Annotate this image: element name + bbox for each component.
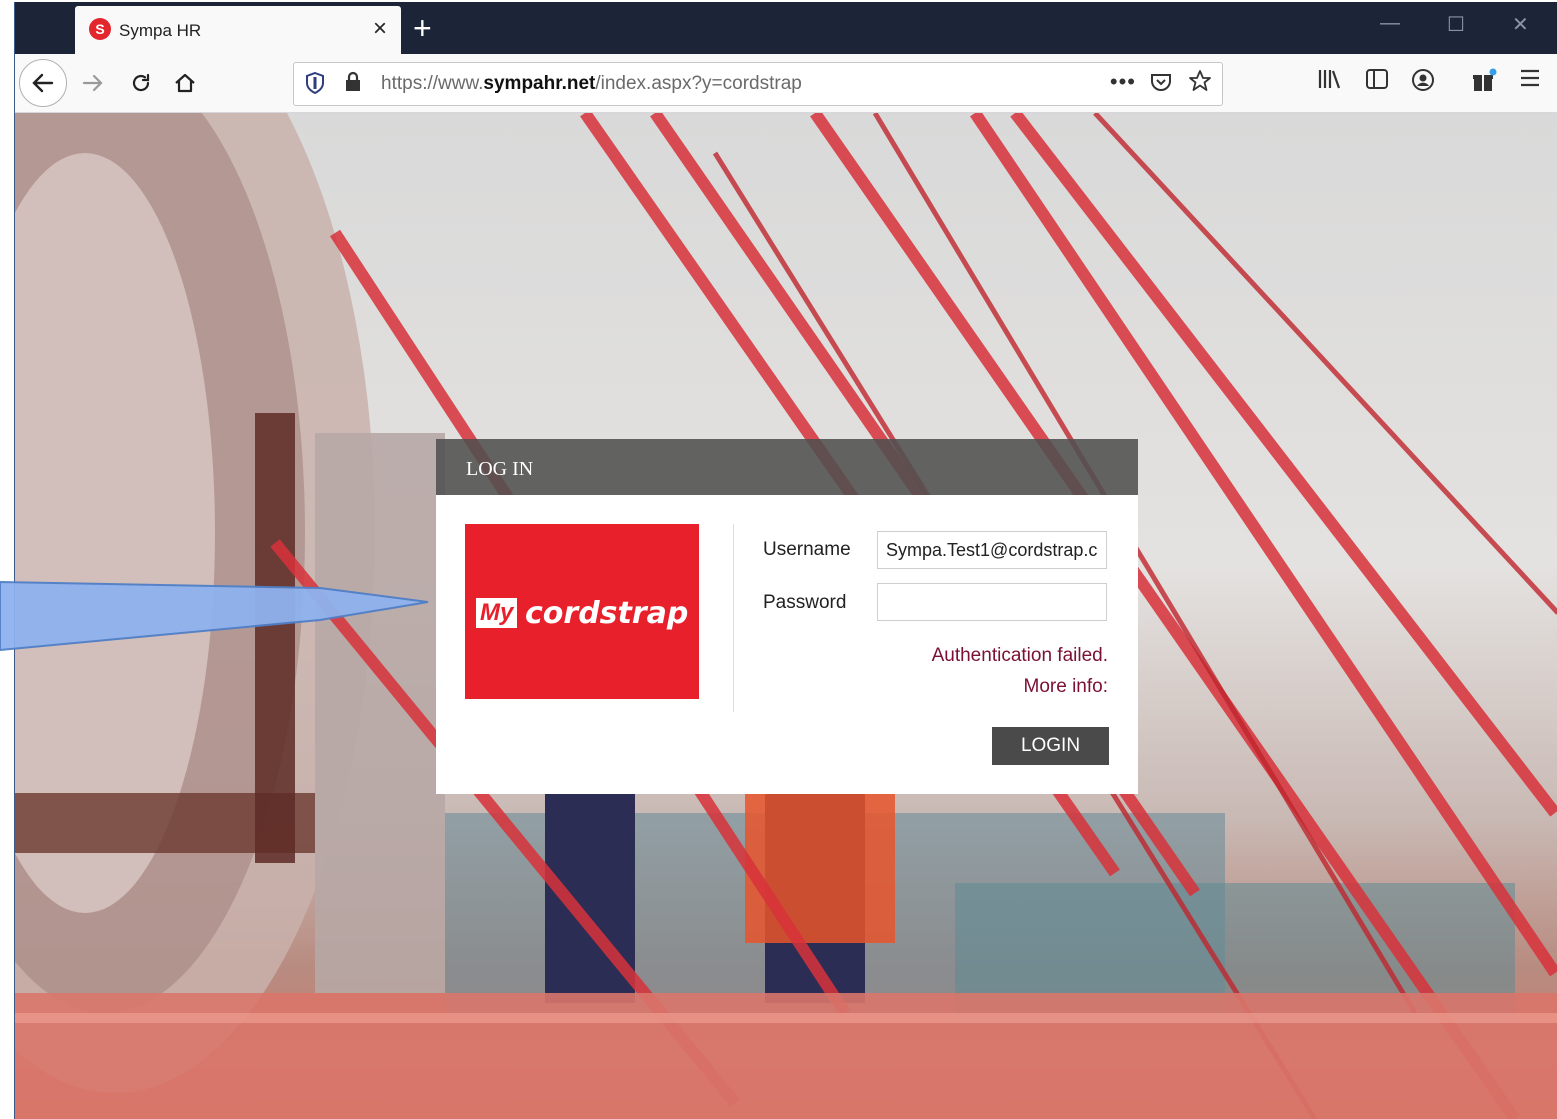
page-actions-icon[interactable]: •••: [1110, 69, 1136, 95]
login-body: My cordstrap Username Password Authentic…: [436, 495, 1138, 794]
maximize-icon[interactable]: ☐: [1447, 12, 1465, 37]
logo-brand: cordstrap: [525, 596, 689, 631]
login-dialog: LOG IN My cordstrap Username Password Au…: [436, 439, 1138, 796]
bookmark-star-icon[interactable]: [1188, 69, 1212, 100]
pocket-icon[interactable]: [1150, 71, 1172, 99]
reload-icon: [132, 73, 150, 92]
account-icon[interactable]: [1411, 68, 1435, 98]
sidebar-icon[interactable]: [1365, 68, 1389, 96]
url-prefix: https://www.: [381, 73, 484, 94]
nav-toolbar: https://www.sympahr.net/index.aspx?y=cor…: [15, 54, 1557, 113]
logo-my: My: [476, 598, 518, 628]
back-arrow-icon: [32, 73, 54, 93]
sympa-favicon-icon: S: [89, 18, 111, 40]
login-title: LOG IN: [466, 458, 534, 480]
reload-button[interactable]: [121, 63, 161, 103]
whats-new-gift-icon[interactable]: [1471, 68, 1497, 100]
library-icon[interactable]: [1317, 68, 1341, 96]
back-button[interactable]: [19, 59, 67, 107]
url-path: /index.aspx?y=cordstrap: [595, 73, 802, 94]
tab-sympa-hr[interactable]: S Sympa HR ×: [75, 6, 401, 54]
forward-button[interactable]: [73, 63, 113, 103]
password-label: Password: [763, 592, 847, 613]
url-text[interactable]: https://www.sympahr.net/index.aspx?y=cor…: [381, 73, 802, 95]
forward-arrow-icon: [82, 74, 103, 92]
error-message: Authentication failed.: [931, 645, 1108, 666]
menu-hamburger-icon[interactable]: [1519, 68, 1541, 94]
my-cordstrap-logo: My cordstrap: [465, 524, 699, 699]
more-info-link[interactable]: More info:: [1024, 676, 1108, 698]
username-label: Username: [763, 539, 851, 560]
url-domain: sympahr.net: [483, 73, 596, 94]
new-tab-button[interactable]: +: [413, 8, 432, 48]
tab-title: Sympa HR: [119, 21, 202, 40]
password-field[interactable]: [877, 583, 1107, 621]
login-button[interactable]: LOGIN: [992, 727, 1109, 765]
minimize-icon[interactable]: —: [1380, 12, 1400, 35]
tracking-protection-shield-icon[interactable]: [306, 71, 324, 100]
home-button[interactable]: [165, 63, 205, 103]
address-bar[interactable]: https://www.sympahr.net/index.aspx?y=cor…: [293, 62, 1223, 106]
title-bar: S Sympa HR × + — ☐ ✕: [15, 2, 1557, 54]
home-icon: [175, 73, 195, 93]
username-field[interactable]: [877, 531, 1107, 569]
divider: [733, 524, 734, 712]
window-close-icon[interactable]: ✕: [1512, 12, 1529, 37]
callout-arrow: [0, 580, 429, 652]
close-tab-icon[interactable]: ×: [373, 15, 387, 43]
lock-icon[interactable]: [344, 71, 362, 99]
login-header: LOG IN: [436, 439, 1138, 495]
browser-window: S Sympa HR × + — ☐ ✕ https://www.sympahr…: [14, 2, 1557, 1119]
